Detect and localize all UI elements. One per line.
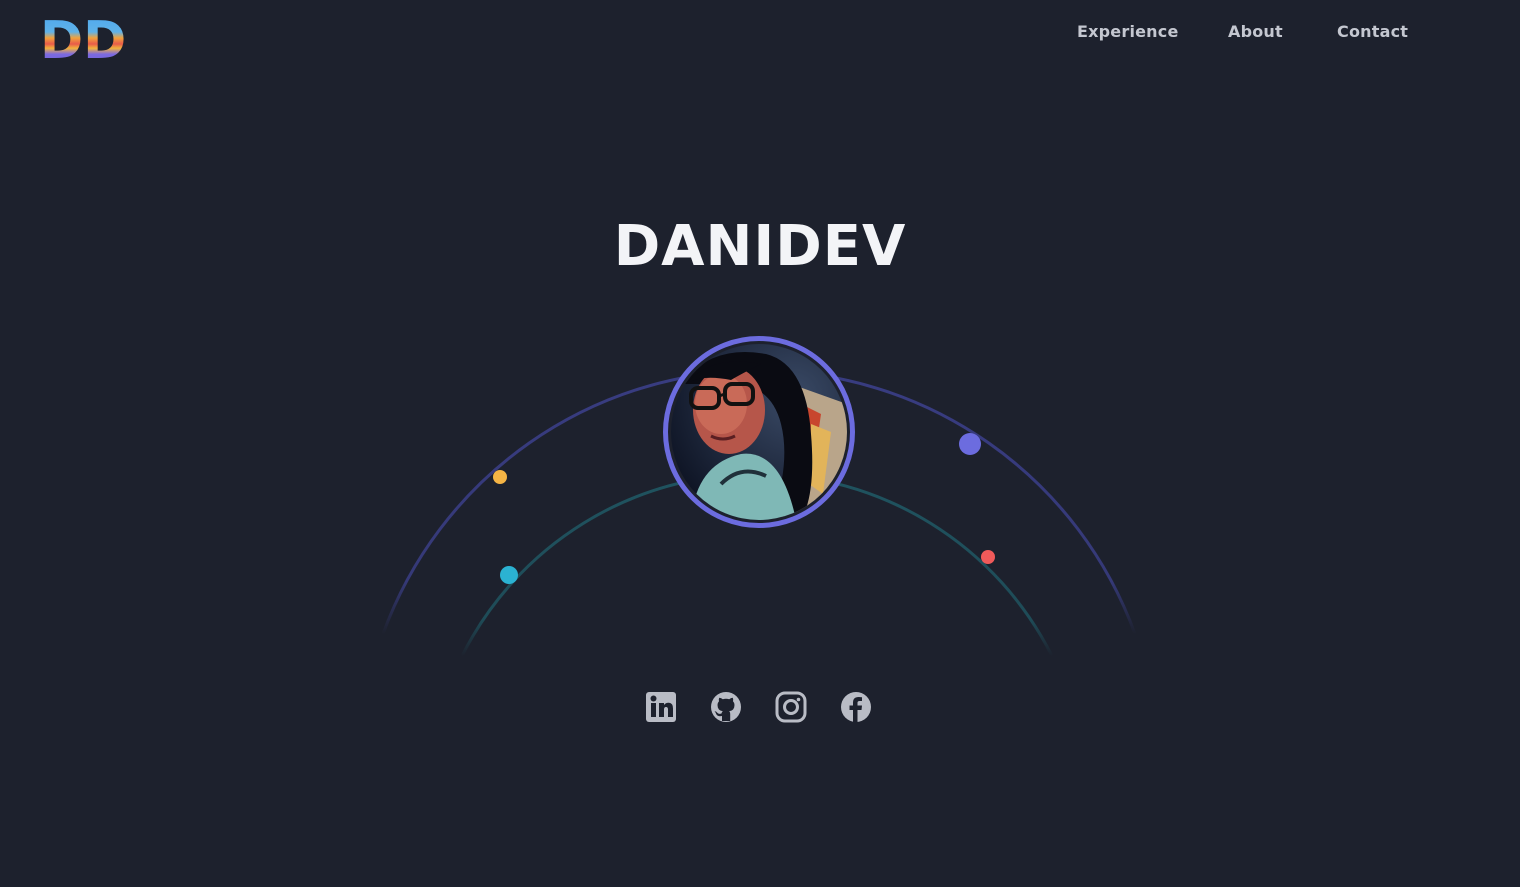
avatar [671, 344, 847, 520]
social-links [644, 690, 876, 724]
orbit-dot-yellow [493, 470, 507, 484]
page: DD Experience About Contact DANIDEV [0, 0, 1520, 887]
linkedin-icon[interactable] [644, 690, 678, 724]
orbit-dot-cyan [500, 566, 518, 584]
github-icon[interactable] [709, 690, 743, 724]
facebook-icon[interactable] [839, 690, 873, 724]
orbit-dot-red [981, 550, 995, 564]
avatar-photo [671, 344, 847, 520]
instagram-icon[interactable] [774, 690, 808, 724]
orbit-dot-purple [959, 433, 981, 455]
